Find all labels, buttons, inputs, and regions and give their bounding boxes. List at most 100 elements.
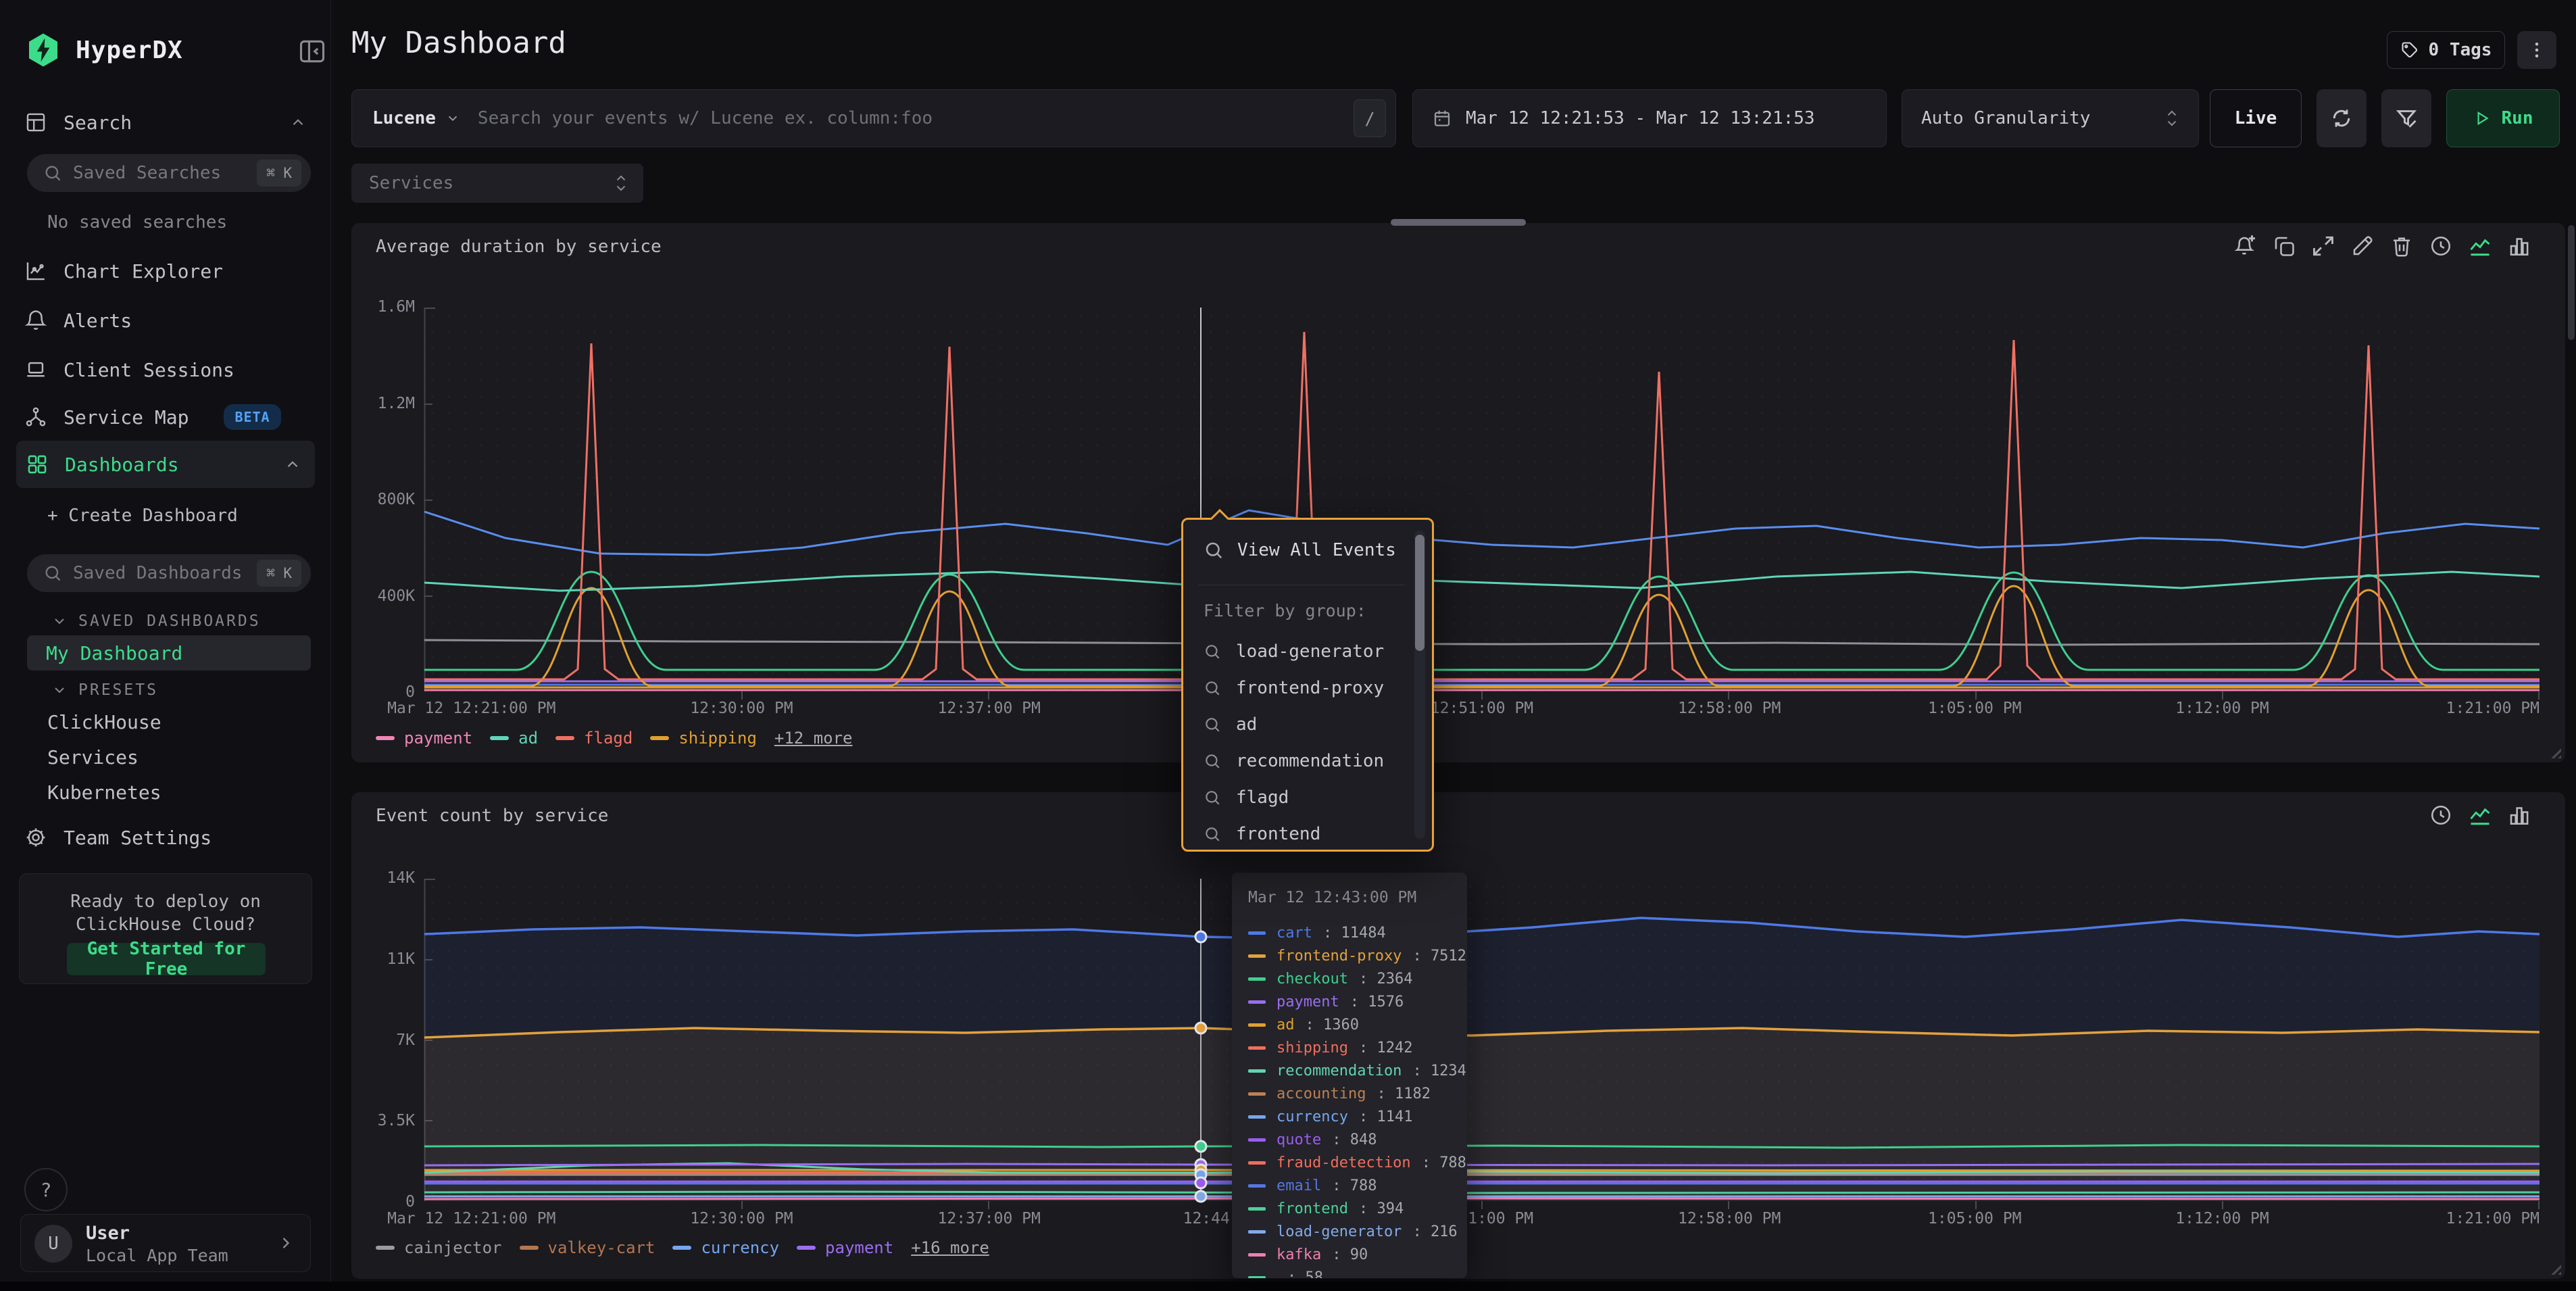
filter-group-item[interactable]: frontend [1204, 816, 1398, 852]
legend-more-link[interactable]: +16 more [911, 1238, 989, 1257]
alert-bell-plus-icon[interactable] [2233, 234, 2257, 258]
hyperdx-logo-icon [24, 31, 62, 69]
line-chart-icon[interactable] [2468, 234, 2492, 258]
series-swatch [1248, 1092, 1266, 1096]
saved-dashboards-section[interactable]: SAVED DASHBOARDS [51, 612, 261, 630]
app-logo[interactable]: HyperDX [24, 30, 308, 73]
get-started-button[interactable]: Get Started for Free [67, 943, 266, 975]
preset-item[interactable]: Services [47, 746, 139, 769]
section-label: PRESETS [78, 681, 158, 699]
line-chart-icon[interactable] [2468, 803, 2492, 827]
popup-scrollbar-thumb[interactable] [1415, 535, 1425, 651]
create-dashboard-button[interactable]: + Create Dashboard [47, 506, 238, 526]
event-count-chart-plot[interactable] [424, 879, 2540, 1201]
search-input[interactable]: Lucene Search your events w/ Lucene ex. … [351, 89, 1396, 147]
legend-swatch [376, 736, 395, 740]
preset-item[interactable]: ClickHouse [47, 711, 162, 733]
dashboard-menu-button[interactable] [2517, 31, 2556, 69]
legend-label: valkey-cart [548, 1238, 655, 1257]
collapse-sidebar-icon[interactable] [297, 36, 327, 66]
edit-icon[interactable] [2350, 234, 2375, 258]
filter-group-item[interactable]: load-generator [1204, 633, 1398, 670]
duration-chart-plot[interactable] [424, 308, 2540, 691]
filter-group-item[interactable]: flagd [1204, 779, 1398, 816]
window-scrollbar-thumb[interactable] [2568, 225, 2575, 340]
sidebar-item-dashboards[interactable]: Dashboards [16, 441, 315, 488]
legend-label: shipping [678, 729, 757, 748]
y-tick: 14K [364, 869, 415, 887]
filter-group-label: flagd [1236, 787, 1289, 808]
panel-resize-handle[interactable] [2548, 1261, 2561, 1275]
x-tick: 1:21:00 PM [2446, 700, 2540, 717]
filter-group-item[interactable]: ad [1204, 706, 1398, 743]
series-name: checkout [1277, 971, 1348, 988]
series-value: 848 [1332, 1131, 1377, 1148]
question-mark-icon: ? [41, 1179, 52, 1201]
chevron-down-icon [51, 682, 68, 698]
bar-chart-icon[interactable] [2507, 803, 2531, 827]
delete-icon[interactable] [2389, 234, 2414, 258]
popup-scrollbar[interactable] [1414, 531, 1425, 839]
legend-item[interactable]: ad [490, 729, 538, 748]
saved-dashboards-input[interactable]: Saved Dashboards ⌘ K [27, 554, 311, 592]
tooltip-row: payment1576 [1248, 990, 1467, 1013]
live-label: Live [2235, 108, 2277, 128]
legend-more-link[interactable]: +12 more [774, 729, 853, 748]
series-value: 1234 [1412, 1063, 1466, 1079]
legend-item[interactable]: payment [376, 729, 472, 748]
saved-searches-input[interactable]: Saved Searches ⌘ K [27, 154, 311, 192]
tooltip-row: 58 [1248, 1266, 1467, 1278]
view-all-events-item[interactable]: View All Events [1204, 540, 1396, 560]
y-axis-labels: 14K11K7K3.5K0 [364, 869, 415, 1211]
refresh-button[interactable] [2317, 89, 2367, 147]
panel-resize-handle[interactable] [2548, 745, 2561, 758]
expand-icon[interactable] [2311, 234, 2335, 258]
series-value: 394 [1359, 1200, 1404, 1217]
user-menu[interactable]: U User Local App Team [20, 1214, 311, 1272]
live-button[interactable]: Live [2210, 89, 2302, 147]
presets-section[interactable]: PRESETS [51, 681, 158, 699]
panel-drag-handle[interactable] [1391, 219, 1526, 226]
sidebar-item-search[interactable]: Search [24, 103, 307, 142]
filter-group-item[interactable]: frontend-proxy [1204, 670, 1398, 706]
legend-item[interactable]: flagd [555, 729, 633, 748]
legend-item[interactable]: currency [672, 1238, 779, 1257]
search-icon [1204, 825, 1221, 843]
legend-item[interactable]: payment [797, 1238, 893, 1257]
sidebar-item-chart-explorer[interactable]: Chart Explorer [24, 251, 307, 291]
dashboard-name: My Dashboard [46, 642, 182, 664]
sidebar-item-service-map[interactable]: Service Map BETA [24, 397, 307, 437]
filter-button[interactable] [2381, 89, 2431, 147]
bar-chart-icon[interactable] [2507, 234, 2531, 258]
view-all-events-label: View All Events [1237, 540, 1396, 560]
series-name: frontend-proxy [1277, 948, 1402, 965]
tooltip-row: quote 848 [1248, 1128, 1467, 1151]
preset-item[interactable]: Kubernetes [47, 781, 162, 804]
history-icon[interactable] [2429, 803, 2453, 827]
search-icon [43, 164, 62, 182]
chart-legend: cainjector valkey-cart currency [376, 1238, 989, 1257]
help-button[interactable]: ? [24, 1168, 68, 1211]
granularity-select[interactable]: Auto Granularity [1902, 89, 2199, 147]
legend-swatch [555, 736, 574, 740]
services-filter-select[interactable]: Services [351, 164, 643, 203]
run-button[interactable]: Run [2446, 89, 2560, 147]
duplicate-icon[interactable] [2272, 234, 2296, 258]
tags-button[interactable]: 0 Tags [2387, 31, 2505, 69]
history-icon[interactable] [2429, 234, 2453, 258]
language-select[interactable]: Lucene [352, 90, 478, 147]
legend-item[interactable]: valkey-cart [520, 1238, 655, 1257]
sidebar-item-alerts[interactable]: Alerts [24, 301, 307, 340]
sidebar-item-team-settings[interactable]: Team Settings [24, 818, 307, 857]
sidebar-item-client-sessions[interactable]: Client Sessions [24, 350, 307, 389]
series-value: 90 [1332, 1246, 1368, 1263]
search-placeholder: Search your events w/ Lucene ex. column:… [478, 108, 933, 128]
x-tick: 12:37:00 PM [938, 700, 1041, 717]
filter-group-item[interactable]: recommendation [1204, 743, 1398, 779]
series-name: quote [1277, 1131, 1321, 1148]
legend-item[interactable]: cainjector [376, 1238, 502, 1257]
legend-item[interactable]: shipping [650, 729, 757, 748]
y-tick: 400K [364, 587, 415, 605]
time-range-picker[interactable]: Mar 12 12:21:53 - Mar 12 13:21:53 [1412, 89, 1887, 147]
sidebar-item-my-dashboard[interactable]: My Dashboard [27, 635, 311, 671]
